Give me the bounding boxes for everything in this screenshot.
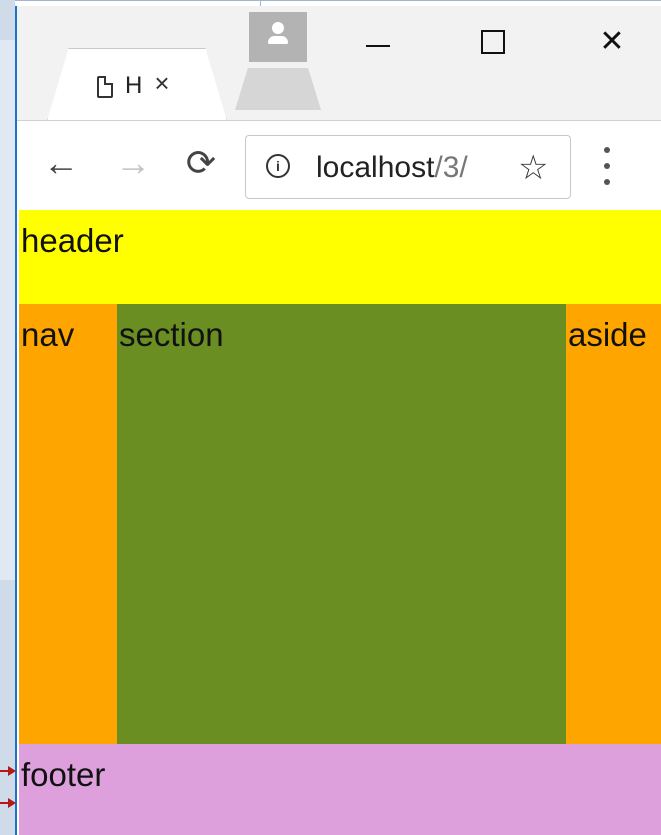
maximize-icon <box>481 30 505 54</box>
desktop-background <box>0 0 15 835</box>
reload-icon: ⟳ <box>185 142 217 183</box>
browser-toolbar: ← → ⟳ i localhost/3/ ☆ <box>17 120 661 211</box>
back-arrow-icon: ← <box>43 142 79 183</box>
document-icon <box>97 76 113 98</box>
footer-region: footer <box>19 744 661 835</box>
menu-dots-icon[interactable] <box>599 147 613 185</box>
forward-arrow-icon: → <box>115 142 151 183</box>
forward-button[interactable]: → <box>111 141 155 185</box>
annotation-arrow <box>0 766 16 776</box>
window-close-button[interactable]: ✕ <box>583 12 641 72</box>
minimize-icon <box>366 45 390 47</box>
minimize-button[interactable] <box>349 12 407 72</box>
close-icon: ✕ <box>599 25 625 58</box>
new-tab-button[interactable] <box>235 68 321 110</box>
annotation-arrow <box>0 798 16 808</box>
url-path: /3/ <box>434 151 468 184</box>
site-info-icon[interactable]: i <box>266 154 290 178</box>
profile-avatar-icon[interactable] <box>249 12 307 62</box>
tab-title: H <box>125 72 143 99</box>
header-region: header <box>19 210 661 304</box>
section-region: section <box>117 304 566 744</box>
aside-region: aside <box>566 304 661 744</box>
url-text[interactable]: localhost/3/ <box>316 151 506 185</box>
reload-button[interactable]: ⟳ <box>179 141 223 185</box>
nav-region: nav <box>19 304 117 744</box>
browser-window: H × ✕ ← → ⟳ i localhost/3/ ☆ header nav … <box>15 6 661 835</box>
address-bar[interactable]: i localhost/3/ ☆ <box>245 135 571 199</box>
maximize-button[interactable] <box>465 12 523 72</box>
title-bar[interactable]: H × ✕ <box>17 6 661 120</box>
back-button[interactable]: ← <box>39 141 83 185</box>
url-host: localhost <box>316 151 435 184</box>
bookmark-star-icon[interactable]: ☆ <box>518 148 548 188</box>
tab-close-icon[interactable]: × <box>149 70 175 96</box>
page-viewport: header nav section aside footer <box>17 210 661 835</box>
